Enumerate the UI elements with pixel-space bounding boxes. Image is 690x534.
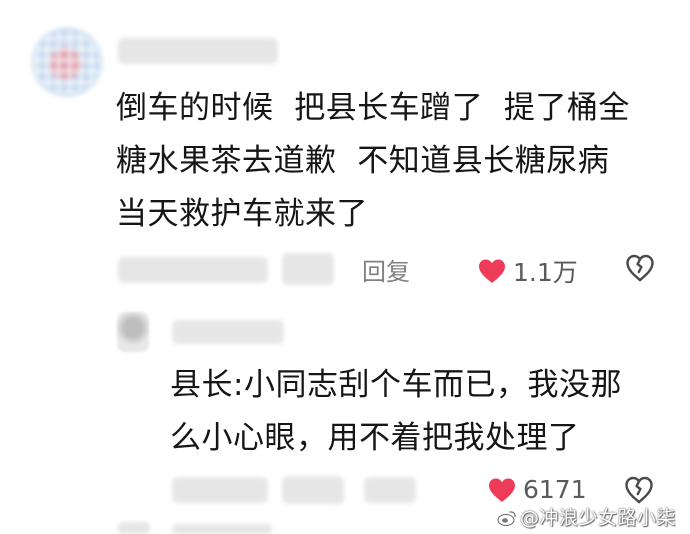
comment-like-button[interactable]: 1.1万	[477, 253, 578, 289]
watermark-text: @冲浪少女路小柒	[519, 507, 676, 529]
next-username-blurred	[172, 524, 272, 534]
heart-icon	[489, 478, 515, 502]
comment-meta-blurred	[118, 257, 268, 283]
replier-username-blurred[interactable]	[172, 320, 284, 344]
weibo-icon	[497, 511, 516, 526]
next-avatar-blurred	[118, 522, 150, 534]
reply-action-blurred[interactable]	[364, 477, 416, 503]
watermark: @冲浪少女路小柒	[497, 503, 676, 530]
comment-location-blurred	[282, 253, 334, 285]
reply-location-blurred	[282, 476, 344, 504]
broken-heart-icon[interactable]	[624, 476, 654, 504]
reply-line-1: 县长:小同志刮个车而已，我没那	[170, 367, 622, 403]
commenter-username-blurred[interactable]	[118, 38, 278, 64]
comment-line-2: 糖水果茶去道歉 不知道县长糖尿病	[116, 143, 610, 179]
comment-like-count: 1.1万	[513, 258, 578, 287]
reply-like-count: 6171	[523, 475, 587, 504]
heart-icon	[479, 259, 505, 283]
commenter-avatar[interactable]	[28, 26, 106, 98]
comment-line-3: 当天救护车就来了	[116, 196, 368, 232]
reply-line-2: 么小心眼，用不着把我处理了	[170, 420, 580, 456]
reply-like-button[interactable]: 6171	[487, 475, 587, 504]
reply-meta-blurred	[172, 477, 268, 503]
broken-heart-icon[interactable]	[625, 254, 655, 282]
reply-button[interactable]: 回复	[362, 252, 410, 287]
comment-line-1: 倒车的时候 把县长车蹭了 提了桶全	[116, 90, 630, 126]
replier-avatar[interactable]	[117, 312, 149, 352]
